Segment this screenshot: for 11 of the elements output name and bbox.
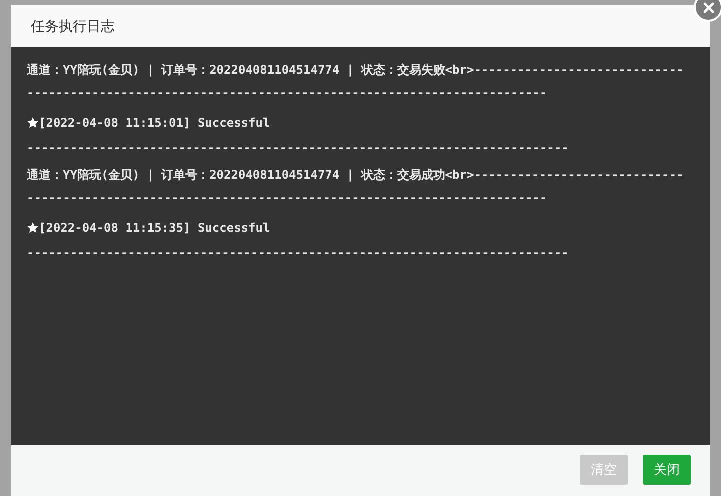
log-line: 通道：YY陪玩(金贝) | 订单号：202204081104514774 | 状态：交易成功<br>-----------------------------------------------------------------------------------------------------	[27, 167, 685, 207]
close-button[interactable]: 关闭	[643, 455, 691, 485]
log-line: ---------------------------------------------------------------------------	[27, 246, 570, 260]
close-icon[interactable]	[694, 0, 721, 22]
log-line: [2022-04-08 11:15:01] Successful	[39, 115, 270, 132]
dialog-title: 任务执行日志	[31, 16, 115, 36]
log-line: ---------------------------------------------------------------------------	[27, 141, 570, 155]
star-icon	[27, 222, 39, 234]
log-line: 通道：YY陪玩(金贝) | 订单号：202204081104514774 | 状态：交易失败<br>-----------------------------------------------------------------------------------------------------	[27, 62, 685, 102]
log-line: [2022-04-08 11:15:35] Successful	[39, 220, 270, 237]
star-icon	[27, 117, 39, 129]
